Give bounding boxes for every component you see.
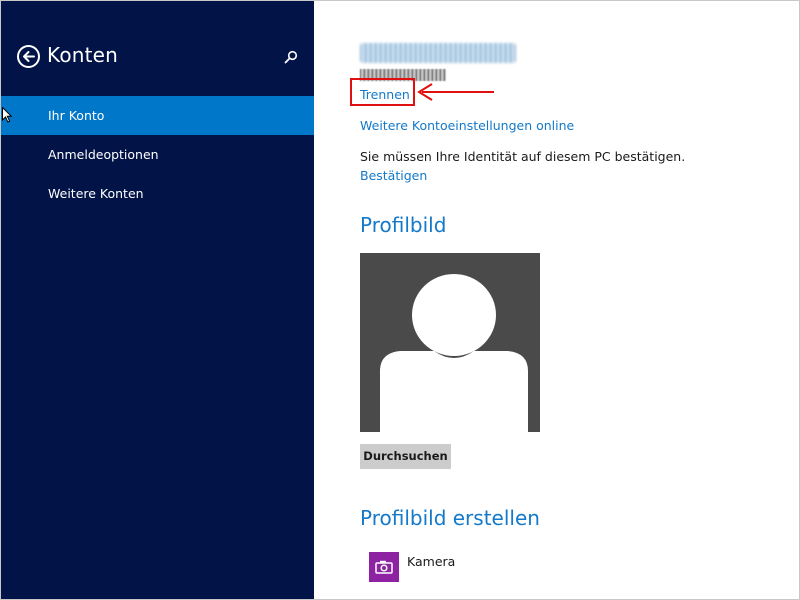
annotation-highlight-box [350, 78, 415, 106]
account-name-redacted [360, 43, 516, 63]
sidebar-item-ihr-konto[interactable]: Ihr Konto [1, 96, 314, 135]
profile-picture-heading: Profilbild [360, 213, 447, 237]
settings-window: Konten Ihr Konto Anmeldeoptionen Weitere… [0, 0, 800, 600]
back-button[interactable] [17, 45, 40, 68]
mouse-pointer-icon [2, 106, 13, 127]
content-pane: Trennen Weitere Kontoeinstellungen onlin… [314, 1, 799, 599]
browse-button[interactable]: Durchsuchen [360, 444, 451, 469]
camera-icon [375, 560, 393, 574]
back-arrow-icon [23, 51, 35, 62]
camera-app-tile[interactable] [369, 552, 399, 582]
sidebar-item-weitere-konten[interactable]: Weitere Konten [1, 174, 314, 213]
camera-app-label[interactable]: Kamera [407, 554, 455, 569]
create-profile-picture-heading: Profilbild erstellen [360, 506, 540, 530]
page-title: Konten [47, 43, 119, 67]
verify-link[interactable]: Bestätigen [360, 168, 427, 183]
person-silhouette-icon [380, 274, 528, 432]
more-account-settings-link[interactable]: Weitere Kontoeinstellungen online [360, 118, 574, 133]
sidebar-item-label: Weitere Konten [48, 186, 144, 201]
sidebar-item-label: Anmeldeoptionen [48, 147, 159, 162]
profile-picture [360, 253, 540, 432]
sidebar-item-label: Ihr Konto [48, 108, 105, 123]
search-icon[interactable] [284, 49, 298, 64]
annotation-arrow-icon [417, 83, 494, 101]
verify-message: Sie müssen Ihre Identität auf diesem PC … [360, 149, 686, 164]
sidebar-item-anmeldeoptionen[interactable]: Anmeldeoptionen [1, 135, 314, 174]
sidebar: Konten Ihr Konto Anmeldeoptionen Weitere… [1, 1, 314, 599]
